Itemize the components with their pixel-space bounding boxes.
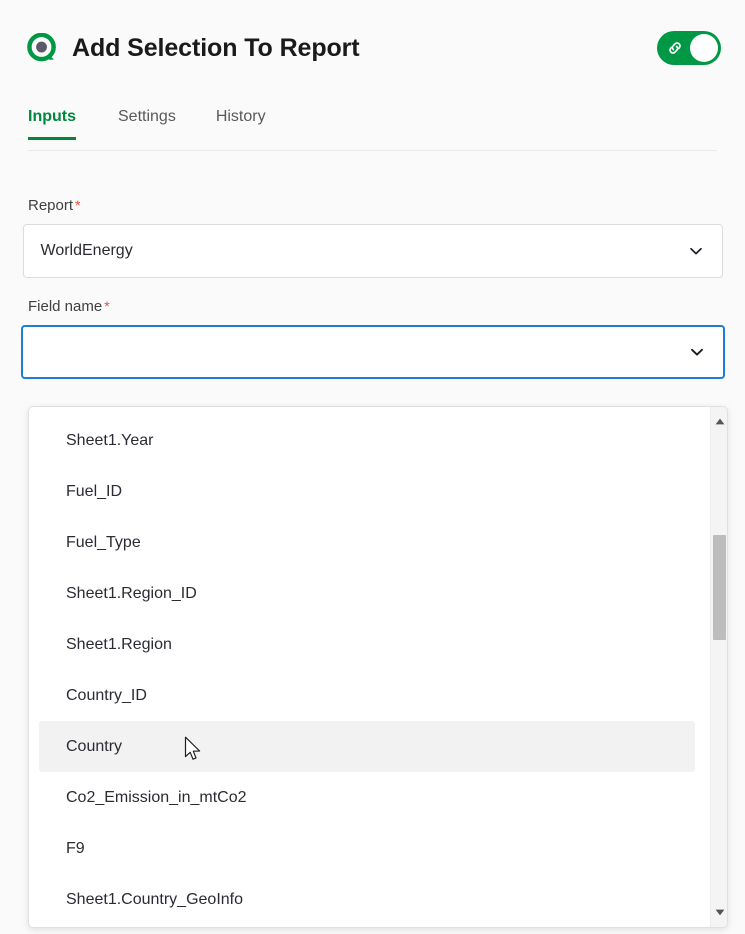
dropdown-option[interactable]: Sheet1.Country_GeoInfo: [39, 874, 695, 925]
tab-history[interactable]: History: [196, 104, 286, 140]
report-select-value: WorldEnergy: [41, 242, 133, 260]
dropdown-option-list: Sheet1.YearFuel_IDFuel_TypeSheet1.Region…: [29, 407, 705, 925]
field-name-dropdown: Sheet1.YearFuel_IDFuel_TypeSheet1.Region…: [28, 406, 728, 928]
tab-bar: Inputs Settings History: [0, 104, 745, 151]
app-header: Add Selection To Report: [0, 0, 745, 96]
dropdown-option[interactable]: Country: [39, 721, 695, 772]
dropdown-option[interactable]: Sheet1.Region_ID: [39, 568, 695, 619]
chevron-down-icon: [689, 344, 705, 360]
field-name-label-text: Field name: [28, 298, 102, 315]
dropdown-scrollbar[interactable]: [710, 407, 727, 927]
scroll-up-arrow-icon[interactable]: [711, 413, 728, 430]
dropdown-option[interactable]: F9: [39, 823, 695, 874]
app-brand: Add Selection To Report: [27, 33, 657, 64]
scroll-down-arrow-icon[interactable]: [711, 904, 728, 921]
page-title: Add Selection To Report: [72, 34, 360, 63]
tab-bar-divider: [28, 150, 717, 151]
tab-inputs[interactable]: Inputs: [28, 104, 98, 140]
tab-settings[interactable]: Settings: [98, 104, 196, 140]
report-required-marker: *: [75, 197, 80, 213]
report-label-text: Report: [28, 197, 73, 214]
dropdown-option[interactable]: Fuel_Type: [39, 517, 695, 568]
dropdown-option[interactable]: Sheet1.Region: [39, 619, 695, 670]
toggle-knob: [690, 34, 718, 62]
qlik-logo-icon: [27, 33, 58, 64]
report-label: Report*: [0, 196, 745, 215]
field-name-required-marker: *: [104, 298, 109, 314]
chevron-down-icon: [688, 243, 704, 259]
link-toggle[interactable]: [657, 31, 721, 65]
field-name-select[interactable]: [21, 325, 725, 379]
dropdown-option[interactable]: Sheet1.Year: [39, 415, 695, 466]
app-root: Add Selection To Report Inputs Settings …: [0, 0, 745, 934]
link-icon: [666, 39, 684, 57]
scroll-thumb[interactable]: [713, 535, 726, 640]
dropdown-option[interactable]: Co2_Emission_in_mtCo2: [39, 772, 695, 823]
field-name-label: Field name*: [0, 297, 745, 316]
inputs-form: Report* WorldEnergy Field name*: [0, 196, 745, 379]
dropdown-option[interactable]: Country_ID: [39, 670, 695, 721]
report-select[interactable]: WorldEnergy: [23, 224, 723, 278]
dropdown-option[interactable]: Fuel_ID: [39, 466, 695, 517]
